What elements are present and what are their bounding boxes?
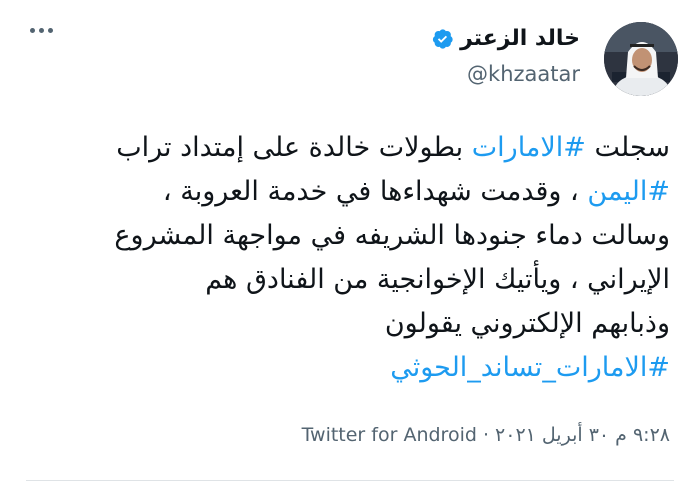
meta-separator: ·: [482, 424, 489, 446]
hashtag-link[interactable]: #اليمن: [587, 176, 670, 207]
tweet-text-line: #اليمن ، وقدمت شهداءها في خدمة العروبة ،: [30, 170, 670, 214]
tweet-text-segment: وسالت دماء جنودها الشريفه في مواجهة المش…: [114, 220, 670, 251]
divider: [26, 480, 674, 481]
tweet-text-line: وذبابهم الإلكتروني يقولون: [30, 302, 670, 346]
author-display-name[interactable]: خالد الزعتر: [460, 26, 580, 51]
profile-photo: [604, 22, 678, 96]
tweet-meta: ٩:٢٨ م ٣٠ أبريل ٢٠٢١ · Twitter for Andro…: [302, 424, 670, 446]
tweet-text-segment: ، وقدمت شهداءها في خدمة العروبة ،: [162, 176, 588, 207]
tweet-text-line: سجلت #الامارات بطولات خالدة على إمتداد ت…: [30, 126, 670, 170]
tweet-text-segment: بطولات خالدة على إمتداد تراب: [116, 132, 472, 163]
tweet-source[interactable]: Twitter for Android: [302, 424, 477, 446]
tweet-card: خالد الزعتر @khzaatar سجلت #الامارات بطو…: [0, 0, 700, 490]
tweet-text-segment: وذبابهم الإلكتروني يقولون: [384, 308, 670, 339]
tweet-text-line: الإيراني ، ويأتيك الإخوانجية من الفنادق …: [30, 258, 670, 302]
tweet-text: سجلت #الامارات بطولات خالدة على إمتداد ت…: [30, 126, 670, 390]
tweet-text-line: #الامارات_تساند_الحوثي: [30, 346, 670, 390]
more-options-icon[interactable]: [30, 28, 53, 33]
hashtag-link[interactable]: #الامارات: [472, 132, 586, 163]
tweet-time[interactable]: ٩:٢٨ م: [615, 424, 670, 446]
tweet-text-segment: الإيراني ، ويأتيك الإخوانجية من الفنادق …: [205, 264, 670, 295]
author-avatar[interactable]: [604, 22, 678, 96]
tweet-date[interactable]: ٣٠ أبريل ٢٠٢١: [495, 424, 609, 446]
verified-badge-icon: [432, 28, 454, 50]
tweet-text-line: وسالت دماء جنودها الشريفه في مواجهة المش…: [30, 214, 670, 258]
tweet-text-segment: سجلت: [585, 132, 670, 163]
hashtag-link[interactable]: #الامارات_تساند_الحوثي: [390, 352, 670, 383]
author-handle[interactable]: @khzaatar: [467, 62, 580, 86]
author-name-row[interactable]: خالد الزعتر: [432, 26, 580, 51]
